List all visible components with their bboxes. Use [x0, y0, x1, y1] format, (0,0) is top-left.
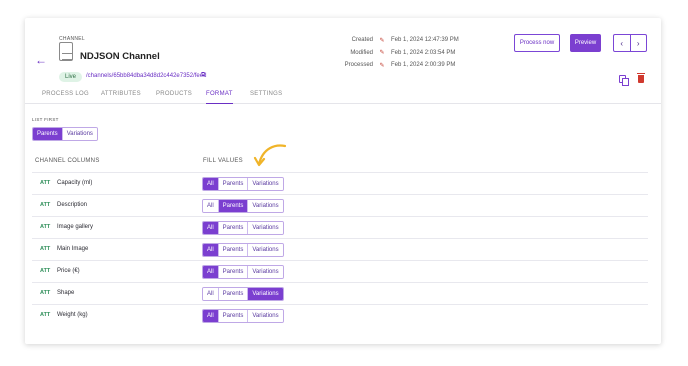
meta-value: Feb 1, 2024 2:03:54 PM — [391, 49, 456, 56]
tab-process-log[interactable]: PROCESS LOG — [42, 91, 89, 104]
tab-attributes[interactable]: ATTRIBUTES — [101, 91, 141, 104]
channel-file-icon — [59, 42, 73, 61]
meta-info: Created ✎ Feb 1, 2024 12:47:39 PM Modified ✎… — [325, 34, 459, 72]
fill-option-all[interactable]: All — [203, 178, 219, 190]
edit-icon: ✎ — [379, 37, 385, 44]
table-row: ATT Description All Parents Variations — [32, 194, 648, 216]
fill-option-variations[interactable]: Variations — [248, 200, 283, 212]
tab-format[interactable]: FORMAT — [206, 91, 233, 104]
curved-arrow-icon — [253, 144, 287, 167]
list-first-variations[interactable]: Variations — [62, 128, 97, 140]
edit-icon: ✎ — [379, 50, 385, 57]
pager: ‹ › — [613, 34, 647, 52]
fill-option-all[interactable]: All — [203, 288, 219, 300]
tab-products[interactable]: PRODUCTS — [156, 91, 192, 104]
table-row: ATT Price (€) All Parents Variations — [32, 260, 648, 282]
fill-option-parents[interactable]: Parents — [218, 200, 249, 212]
fill-option-parents[interactable]: Parents — [218, 222, 249, 234]
fill-value-toggle: All Parents Variations — [202, 265, 284, 279]
fill-option-variations[interactable]: Variations — [248, 244, 283, 256]
edit-icon: ✎ — [379, 62, 385, 69]
fill-value-toggle: All Parents Variations — [202, 177, 284, 191]
attribute-tag: ATT — [40, 180, 51, 186]
channel-card: ← CHANNEL NDJSON Channel Live /channels/… — [25, 18, 661, 344]
column-name: Image gallery — [57, 224, 94, 230]
fill-option-variations[interactable]: Variations — [248, 222, 283, 234]
copy-icon[interactable] — [619, 75, 629, 86]
status-badge: Live — [59, 72, 83, 82]
meta-row: Created ✎ Feb 1, 2024 12:47:39 PM — [325, 34, 459, 47]
chevron-left-icon[interactable]: ‹ — [614, 35, 631, 51]
column-name: Main Image — [57, 246, 89, 252]
meta-label: Created — [351, 37, 373, 44]
attribute-tag: ATT — [40, 202, 51, 208]
meta-row: Modified ✎ Feb 1, 2024 2:03:54 PM — [325, 47, 459, 60]
fill-option-parents[interactable]: Parents — [218, 288, 249, 300]
column-name: Description — [57, 202, 88, 208]
column-name: Capacity (ml) — [57, 180, 93, 186]
attribute-tag: ATT — [40, 246, 51, 252]
fill-values-header: FILL VALUES — [203, 158, 243, 164]
external-link-icon[interactable]: ⧉ — [201, 72, 205, 79]
fill-option-variations[interactable]: Variations — [248, 288, 283, 300]
fill-value-toggle: All Parents Variations — [202, 199, 284, 213]
meta-value: Feb 1, 2024 12:47:39 PM — [391, 37, 459, 44]
fill-option-all[interactable]: All — [203, 266, 219, 278]
attribute-tag: ATT — [40, 290, 51, 296]
fill-option-variations[interactable]: Variations — [248, 310, 283, 322]
tab-settings[interactable]: SETTINGS — [250, 91, 282, 104]
table-row: ATT Capacity (ml) All Parents Variations — [32, 172, 648, 194]
fill-option-all[interactable]: All — [203, 200, 219, 212]
table-row: ATT Main Image All Parents Variations — [32, 238, 648, 260]
attribute-tag: ATT — [40, 312, 51, 318]
table-row: ATT Shape All Parents Variations — [32, 282, 648, 304]
column-name: Shape — [57, 290, 75, 296]
fill-option-parents[interactable]: Parents — [218, 266, 249, 278]
chevron-right-icon[interactable]: › — [631, 35, 647, 51]
column-name: Price (€) — [57, 268, 80, 274]
fill-option-parents[interactable]: Parents — [218, 310, 249, 322]
feed-link[interactable]: /channels/65bb84dba34d8d2c442e7352/feed — [86, 73, 206, 79]
fill-option-parents[interactable]: Parents — [218, 244, 249, 256]
fill-value-toggle: All Parents Variations — [202, 221, 284, 235]
meta-row: Processed ✎ Feb 1, 2024 2:00:39 PM — [325, 59, 459, 72]
page-title: NDJSON Channel — [80, 51, 160, 62]
fill-option-variations[interactable]: Variations — [248, 178, 283, 190]
tab-bar: PROCESS LOG ATTRIBUTES PRODUCTS FORMAT SETTI… — [25, 88, 661, 104]
fill-value-toggle: All Parents Variations — [202, 287, 284, 301]
list-first-toggle: Parents Variations — [32, 127, 98, 141]
trash-icon[interactable] — [637, 73, 645, 83]
fill-values-table: ATT Capacity (ml) All Parents Variations ATT D… — [32, 172, 648, 326]
attribute-tag: ATT — [40, 224, 51, 230]
fill-option-all[interactable]: All — [203, 310, 219, 322]
column-name: Weight (kg) — [57, 312, 88, 318]
fill-option-all[interactable]: All — [203, 244, 219, 256]
back-arrow-icon[interactable]: ← — [35, 54, 49, 66]
table-row: ATT Weight (kg) All Parents Variations — [32, 304, 648, 326]
meta-value: Feb 1, 2024 2:00:39 PM — [391, 62, 456, 69]
preview-button[interactable]: Preview — [570, 34, 601, 52]
fill-value-toggle: All Parents Variations — [202, 309, 284, 323]
table-row: ATT Image gallery All Parents Variations — [32, 216, 648, 238]
fill-value-toggle: All Parents Variations — [202, 243, 284, 257]
meta-label: Modified — [350, 49, 373, 56]
process-now-button[interactable]: Process now — [514, 34, 560, 52]
list-first-parents[interactable]: Parents — [33, 128, 63, 140]
channel-columns-header: CHANNEL COLUMNS — [35, 158, 100, 164]
list-first-label: LIST FIRST — [32, 117, 59, 122]
attribute-tag: ATT — [40, 268, 51, 274]
fill-option-all[interactable]: All — [203, 222, 219, 234]
fill-option-parents[interactable]: Parents — [218, 178, 249, 190]
fill-option-variations[interactable]: Variations — [248, 266, 283, 278]
meta-label: Processed — [344, 62, 373, 69]
